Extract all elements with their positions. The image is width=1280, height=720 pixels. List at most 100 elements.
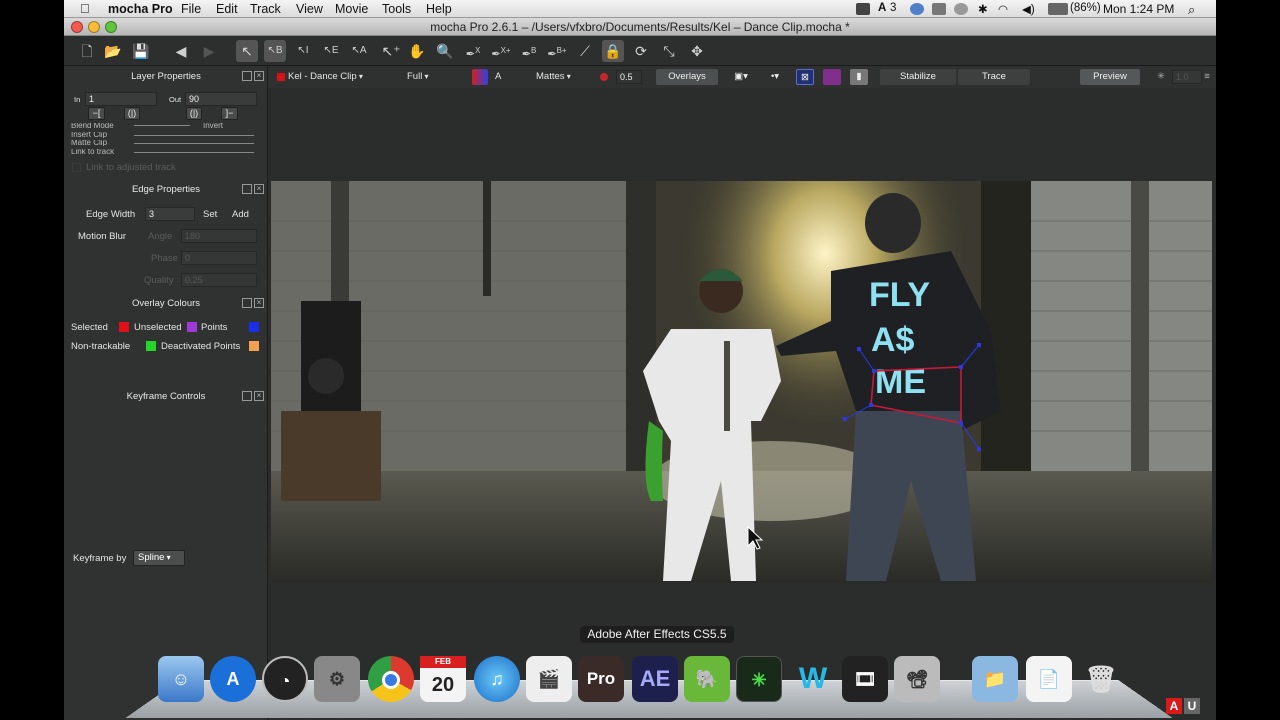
trapcode-icon[interactable]: ✳: [736, 656, 782, 702]
wifi-icon[interactable]: ◠: [998, 2, 1008, 16]
unselected-colour-swatch[interactable]: [187, 322, 197, 332]
set-edge-button[interactable]: Set: [203, 209, 217, 220]
non-trackable-colour-swatch[interactable]: [146, 341, 156, 351]
hand-tool-icon[interactable]: ✋: [406, 40, 428, 62]
set-in-point-button[interactable]: −[: [88, 107, 105, 120]
selected-colour-swatch[interactable]: [119, 322, 129, 332]
link-adjusted-checkbox[interactable]: [72, 163, 81, 172]
select-a-tool-icon[interactable]: ↖A: [348, 40, 370, 62]
menu-movie[interactable]: Movie: [335, 2, 368, 16]
panel-close-icon[interactable]: ×: [254, 71, 264, 81]
edge-width-field[interactable]: 3: [145, 207, 195, 221]
app-store-icon[interactable]: A: [210, 656, 256, 702]
menu-file[interactable]: File: [181, 2, 201, 16]
add-point-tool-icon[interactable]: ↖⁺: [380, 40, 402, 62]
layer-select[interactable]: Kel - Dance Clip: [288, 71, 396, 82]
volume-icon[interactable]: ◀): [1022, 2, 1035, 16]
app-menu[interactable]: mocha Pro: [108, 2, 173, 16]
menu-view[interactable]: View: [296, 2, 323, 16]
clock[interactable]: Mon 1:24 PM: [1103, 2, 1174, 16]
stabilize-button[interactable]: Stabilize: [880, 69, 956, 85]
point-size-icon[interactable]: •▾: [762, 69, 788, 85]
save-project-icon[interactable]: 💾: [130, 40, 152, 62]
download-icon[interactable]: [932, 3, 946, 15]
overlays-button[interactable]: Overlays: [656, 69, 718, 85]
select-tool-icon[interactable]: ↖: [236, 40, 258, 62]
add-edge-point-tool-icon[interactable]: ⟋: [574, 40, 596, 62]
input-source-icon[interactable]: A: [878, 2, 886, 14]
panel-float-icon[interactable]: [242, 184, 252, 194]
after-effects-icon[interactable]: AE: [632, 656, 678, 702]
trash-icon[interactable]: 🗑: [1078, 656, 1124, 702]
insert-clip-select[interactable]: [134, 135, 254, 136]
panel-float-icon[interactable]: [242, 391, 252, 401]
photo-booth-icon[interactable]: 📽: [894, 656, 940, 702]
keyframe-by-select[interactable]: Spline: [133, 550, 185, 566]
matte-opacity-field[interactable]: 0.5: [616, 70, 642, 84]
trace-button[interactable]: Trace: [958, 69, 1030, 85]
in-point-field[interactable]: 1: [85, 92, 157, 106]
evernote-icon[interactable]: 🐘: [684, 656, 730, 702]
finder-icon[interactable]: ☺: [158, 656, 204, 702]
battery-icon[interactable]: [1048, 3, 1068, 15]
bluetooth-icon[interactable]: ✱: [978, 2, 988, 16]
chrome-icon[interactable]: [368, 656, 414, 702]
resolution-select[interactable]: Full: [407, 71, 457, 82]
calendar-icon[interactable]: FEB 20: [420, 656, 466, 702]
apple-menu-icon[interactable]: : [80, 1, 90, 16]
set-out-point-button[interactable]: ]−: [221, 107, 238, 120]
panel-menu-icon[interactable]: ≡: [1200, 69, 1214, 85]
sparkle-icon[interactable]: ✳: [1154, 69, 1168, 85]
camera-icon[interactable]: [856, 3, 870, 15]
video-editor-icon[interactable]: 🎞: [842, 656, 888, 702]
overlay-options-icon[interactable]: ▣▾: [726, 69, 756, 85]
xspline-tool-icon[interactable]: ✒X: [462, 40, 484, 62]
system-preferences-icon[interactable]: ⚙: [314, 656, 360, 702]
select-i-tool-icon[interactable]: ↖I: [292, 40, 314, 62]
points-colour-swatch[interactable]: [249, 322, 259, 332]
phase-field[interactable]: 0: [181, 251, 257, 265]
panel-close-icon[interactable]: ×: [254, 298, 264, 308]
select-e-tool-icon[interactable]: ↖E: [320, 40, 342, 62]
open-project-icon[interactable]: 📂: [102, 40, 124, 62]
add-edge-button[interactable]: Add: [232, 209, 249, 220]
view-toggle-icon[interactable]: ▮: [850, 69, 868, 85]
grid-colour-icon[interactable]: [823, 69, 841, 85]
new-project-icon[interactable]: 🗋: [76, 40, 98, 62]
goto-out-point-button[interactable]: (|): [186, 107, 202, 120]
surface-lock-tool-icon[interactable]: 🔒: [602, 40, 624, 62]
itunes-icon[interactable]: ♫: [474, 656, 520, 702]
clip-viewer[interactable]: FLY A$ ME: [271, 181, 1212, 583]
panel-close-icon[interactable]: ×: [254, 391, 264, 401]
panel-float-icon[interactable]: [242, 71, 252, 81]
panel-close-icon[interactable]: ×: [254, 184, 264, 194]
spotlight-icon[interactable]: ⌕: [1188, 2, 1195, 18]
deactivated-points-colour-swatch[interactable]: [249, 341, 259, 351]
matte-clip-select[interactable]: [134, 143, 254, 144]
undo-icon[interactable]: ◀: [170, 40, 192, 62]
angle-field[interactable]: 180: [181, 229, 257, 243]
menu-track[interactable]: Track: [250, 2, 281, 16]
select-b-tool-icon[interactable]: ↖B: [264, 40, 286, 62]
sync-icon[interactable]: [910, 3, 924, 15]
mocha-pro-icon[interactable]: Pro: [578, 656, 624, 702]
blend-mode-select[interactable]: [134, 125, 190, 126]
add-bezier-tool-icon[interactable]: ✒B+: [546, 40, 568, 62]
redo-icon[interactable]: ▶: [198, 40, 220, 62]
time-machine-icon[interactable]: [954, 3, 968, 15]
matte-colour-icon[interactable]: [600, 73, 608, 81]
wunderlist-icon[interactable]: W: [790, 656, 836, 702]
surface-view-icon[interactable]: ⊠: [796, 69, 814, 85]
out-point-field[interactable]: 90: [185, 92, 257, 106]
preview-button[interactable]: Preview: [1080, 69, 1140, 85]
mattes-select[interactable]: Mattes: [536, 71, 571, 82]
menu-help[interactable]: Help: [426, 2, 452, 16]
scale-tool-icon[interactable]: ⤡: [658, 40, 680, 62]
updater-icon[interactable]: U: [1184, 698, 1200, 714]
applications-folder-icon[interactable]: 📁: [972, 656, 1018, 702]
preview-value-field[interactable]: 1.0: [1172, 70, 1202, 84]
document-icon[interactable]: 📄: [1026, 656, 1072, 702]
zoom-tool-icon[interactable]: 🔍: [434, 40, 456, 62]
add-xspline-tool-icon[interactable]: ✒X+: [490, 40, 512, 62]
panel-float-icon[interactable]: [242, 298, 252, 308]
